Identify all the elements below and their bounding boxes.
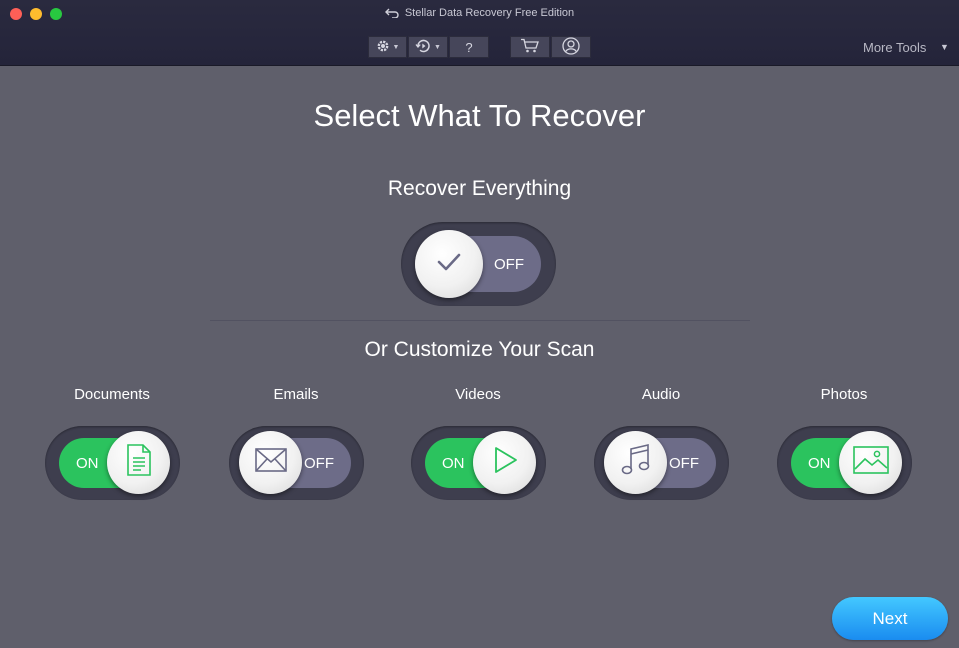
app-logo-icon — [384, 8, 399, 21]
play-icon — [492, 446, 518, 479]
category-label-documents: Documents — [74, 386, 150, 403]
more-tools-menu[interactable]: More Tools — [863, 40, 926, 55]
history-icon — [415, 39, 431, 56]
chevron-down-icon: ▼ — [434, 43, 441, 51]
category-label-photos: Photos — [820, 386, 868, 403]
music-note-icon — [621, 443, 651, 481]
audio-toggle[interactable]: OFF — [594, 426, 729, 500]
toggle-knob — [239, 431, 302, 494]
recover-everything-title: Recover Everything — [387, 177, 572, 200]
toggle-knob — [604, 431, 667, 494]
history-button[interactable]: ▼ — [408, 36, 448, 58]
image-icon — [852, 446, 889, 479]
account-button[interactable] — [551, 36, 591, 58]
toggle-state-label: OFF — [669, 454, 699, 472]
next-button[interactable]: Next — [832, 597, 948, 640]
settings-button[interactable]: ▼ — [368, 36, 407, 58]
page-title: Select What To Recover — [313, 98, 646, 133]
gear-icon — [376, 39, 390, 56]
account-icon — [562, 36, 580, 58]
help-button[interactable]: ? — [449, 36, 489, 58]
category-label-videos: Videos — [455, 386, 501, 403]
toggle-state-label: ON — [76, 454, 99, 472]
toggle-knob — [839, 431, 902, 494]
envelope-icon — [254, 448, 287, 477]
videos-toggle[interactable]: ON — [411, 426, 546, 500]
customize-scan-title: Or Customize Your Scan — [364, 338, 595, 361]
chevron-down-icon: ▼ — [392, 43, 400, 51]
category-label-audio: Audio — [641, 386, 681, 403]
title-bar: Stellar Data Recovery Free Edition ▼ ▼ ? — [0, 0, 959, 66]
emails-toggle[interactable]: OFF — [229, 426, 364, 500]
toggle-state-label: ON — [808, 454, 831, 472]
photos-toggle[interactable]: ON — [777, 426, 912, 500]
window-title-text: Stellar Data Recovery Free Edition — [404, 7, 575, 19]
document-icon — [126, 444, 152, 481]
chevron-down-icon[interactable]: ▼ — [940, 42, 949, 52]
category-label-emails: Emails — [273, 386, 319, 403]
cart-icon — [520, 38, 540, 56]
help-icon: ? — [465, 39, 473, 55]
toggle-state-label: OFF — [494, 255, 524, 273]
toggle-state-label: ON — [442, 454, 465, 472]
window-title: Stellar Data Recovery Free Edition — [0, 7, 959, 21]
recover-everything-toggle[interactable]: OFF — [401, 222, 556, 306]
toggle-state-label: OFF — [304, 454, 334, 472]
toggle-knob — [473, 431, 536, 494]
divider — [210, 320, 750, 321]
documents-toggle[interactable]: ON — [45, 426, 180, 500]
toggle-knob — [415, 230, 483, 298]
cart-button[interactable] — [510, 36, 550, 58]
toggle-knob — [107, 431, 170, 494]
checkmark-icon — [437, 253, 461, 276]
